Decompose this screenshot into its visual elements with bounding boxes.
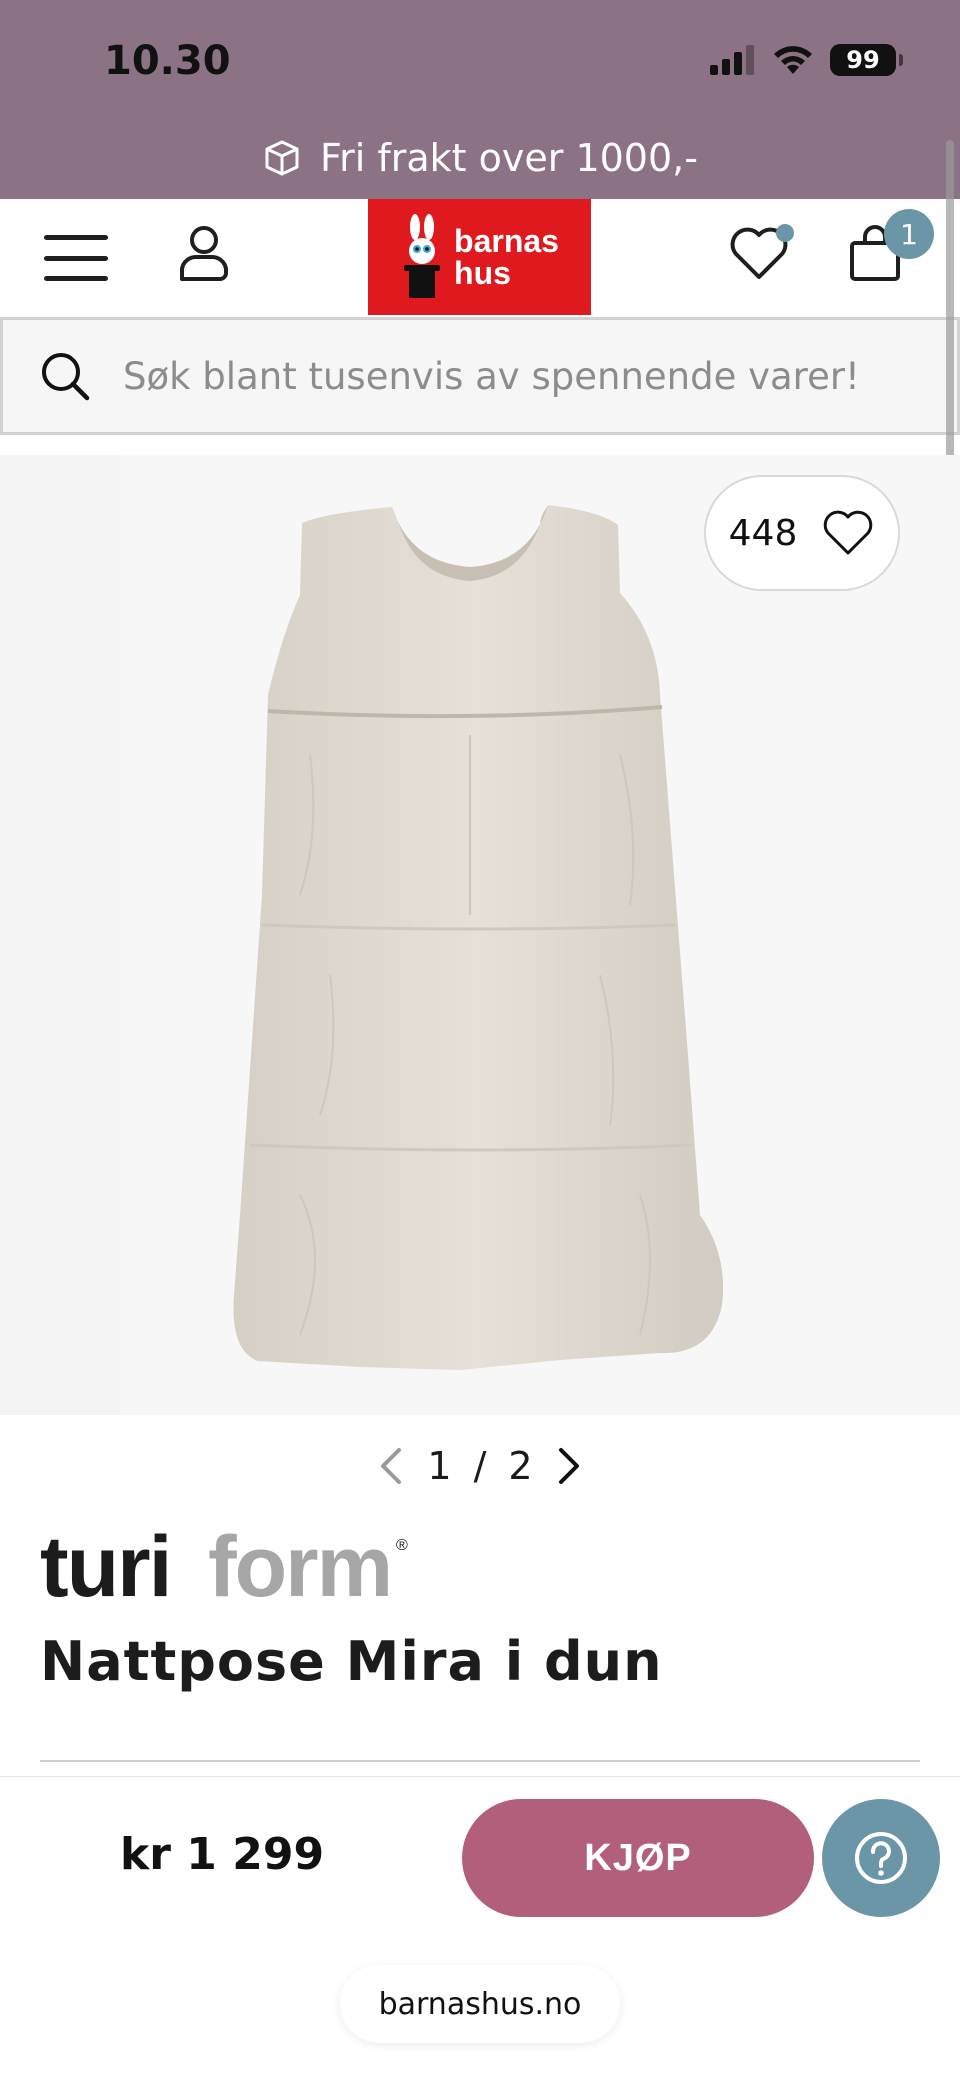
question-icon <box>855 1832 907 1884</box>
buy-button[interactable]: KJØP <box>462 1799 814 1917</box>
divider <box>40 1760 920 1762</box>
brand-name-dark: turi <box>40 1520 171 1610</box>
logo-text: barnas hus <box>454 223 559 291</box>
brand-wordmark: turi form ® <box>40 1519 408 1615</box>
gallery-pager: 1 / 2 <box>0 1436 960 1496</box>
promo-text: Fri frakt over 1000,- <box>320 136 698 180</box>
user-icon[interactable] <box>176 223 232 283</box>
pager-total: 2 <box>508 1444 533 1488</box>
like-count: 448 <box>728 512 798 554</box>
pager-separator: / <box>473 1444 487 1488</box>
package-icon <box>265 140 299 176</box>
chevron-right-icon[interactable] <box>555 1446 583 1486</box>
status-time: 10.30 <box>104 38 231 84</box>
chevron-left-icon[interactable] <box>377 1446 405 1486</box>
menu-icon[interactable] <box>44 235 108 281</box>
product-image-gallery[interactable]: 448 <box>0 455 960 1415</box>
help-button[interactable] <box>822 1799 940 1917</box>
top-band: 10.30 99 Fri frakt over 1000,- <box>0 0 960 199</box>
search-bar[interactable] <box>0 317 960 435</box>
status-icons: 99 <box>710 44 903 76</box>
like-count-button[interactable]: 448 <box>704 475 900 591</box>
site-header: barnas hus 1 <box>0 199 960 317</box>
heart-icon <box>824 510 873 555</box>
product-image <box>120 455 960 1415</box>
battery-icon: 99 <box>830 44 903 76</box>
cart-count-badge: 1 <box>884 209 934 259</box>
search-input[interactable] <box>123 354 923 398</box>
brand-logo[interactable]: turi form ® <box>40 1519 460 1615</box>
wifi-icon <box>774 46 812 74</box>
rabbit-logo-icon <box>404 214 441 298</box>
promo-banner: Fri frakt over 1000,- <box>0 130 960 186</box>
signal-icon <box>710 45 754 75</box>
site-logo[interactable]: barnas hus <box>368 199 591 315</box>
purchase-bar: kr 1 299 KJØP barnashus.no <box>0 1776 960 2078</box>
product-price: kr 1 299 <box>120 1829 325 1880</box>
pager-current: 1 <box>427 1444 452 1488</box>
brand-registered-mark: ® <box>396 1537 408 1554</box>
brand-name-light: form <box>208 1520 391 1610</box>
wishlist-indicator-dot <box>776 224 794 242</box>
browser-url-bar[interactable]: barnashus.no <box>340 1965 620 2043</box>
product-title: Nattpose Mira i dun <box>40 1630 663 1693</box>
search-icon <box>42 353 90 401</box>
